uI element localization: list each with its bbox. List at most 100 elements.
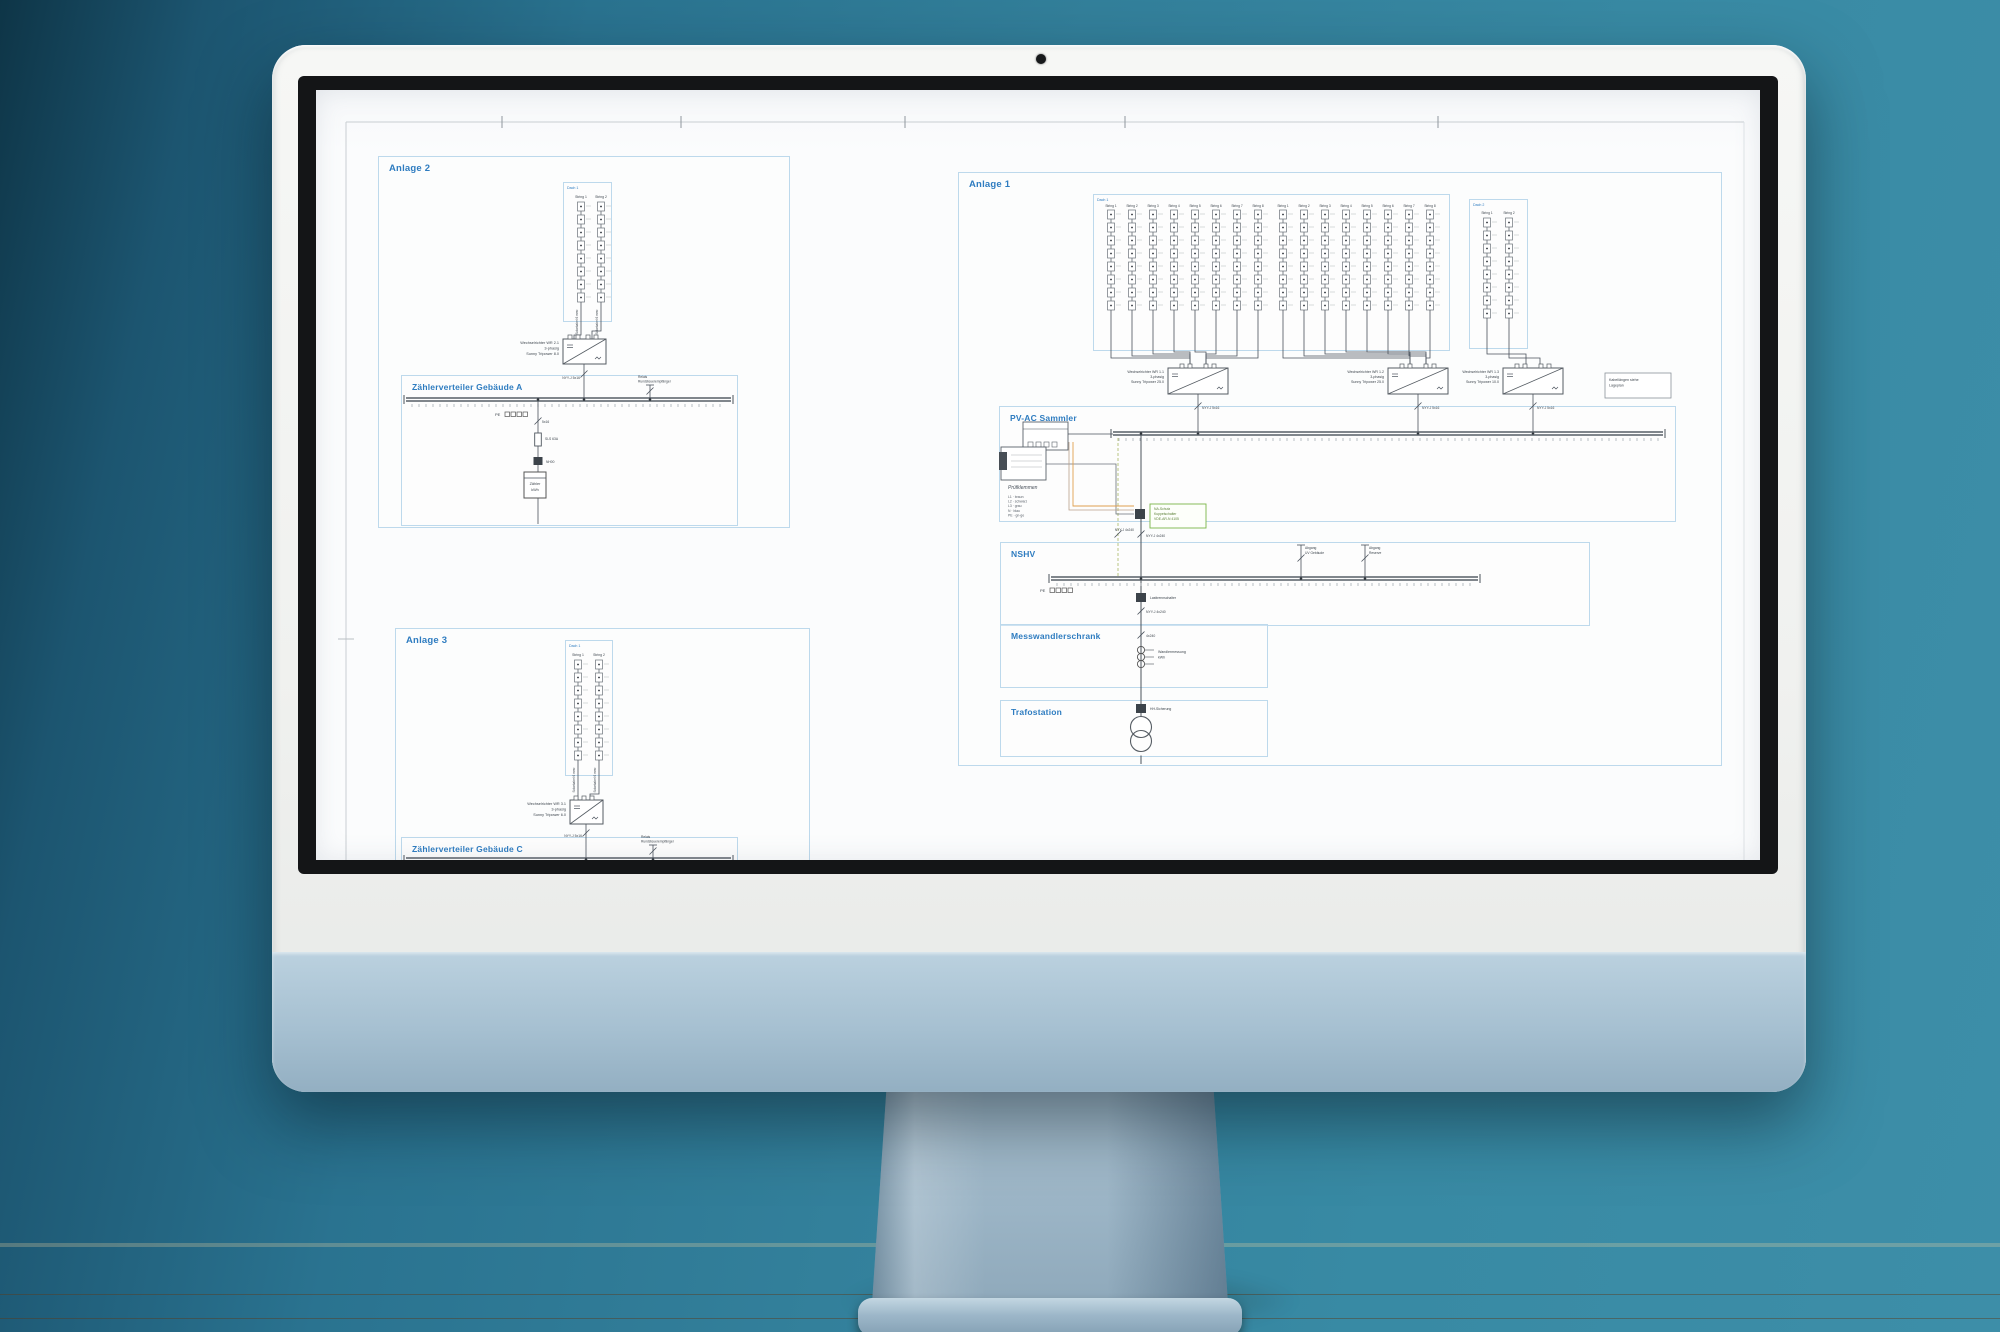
- svg-text:5x16: 5x16: [542, 420, 549, 424]
- inverter-symbol: [563, 335, 606, 364]
- pe-terminal-strip: PE: [495, 412, 528, 417]
- prueflabel: Prüfklemmen: [1008, 485, 1038, 491]
- webcam-icon: [1036, 54, 1046, 64]
- svg-text:Sunny Tripower 10.0: Sunny Tripower 10.0: [1466, 380, 1499, 384]
- svg-text:String 1: String 1: [1105, 204, 1117, 208]
- anlage3-diagram: Dach 1String 1String 2Solarkabel 6 mm²So…: [404, 644, 733, 860]
- svg-text:Wandlermessung: Wandlermessung: [1158, 650, 1186, 654]
- svg-text:NA-Schutz: NA-Schutz: [1154, 507, 1171, 511]
- svg-text:PE: PE: [495, 412, 501, 417]
- svg-text:Solarkabel 6 mm²: Solarkabel 6 mm²: [572, 768, 576, 793]
- svg-text:Wechselrichter WR 1.3: Wechselrichter WR 1.3: [1462, 370, 1499, 374]
- pv-string: [1343, 210, 1357, 310]
- svg-text:String 5: String 5: [1361, 204, 1373, 208]
- svg-text:String 6: String 6: [1382, 204, 1394, 208]
- svg-text:L1 · braun: L1 · braun: [1008, 495, 1024, 499]
- pv-string: [1322, 210, 1336, 310]
- scene: Anlage 2 Zählerverteiler Gebäude A Anlag…: [0, 0, 2000, 1332]
- svg-text:NYY-J 4x240: NYY-J 4x240: [1146, 534, 1165, 538]
- single-line-diagram: Dach 1 String 1 String 2 Solarkabel 6 mm² So…: [316, 90, 1760, 860]
- svg-text:NYY-J 5x16: NYY-J 5x16: [564, 834, 582, 838]
- inverter-symbol: [1388, 364, 1448, 394]
- svg-text:Reserve: Reserve: [1369, 551, 1381, 555]
- svg-text:String 6: String 6: [1210, 204, 1222, 208]
- svg-text:String 3: String 3: [1319, 204, 1331, 208]
- svg-text:3-phasig: 3-phasig: [1370, 375, 1384, 379]
- note-box: Kabellängen sieheLageplan: [1605, 373, 1671, 398]
- svg-text:PE · gn-ge: PE · gn-ge: [1008, 513, 1024, 517]
- svg-text:UV Gebäude: UV Gebäude: [1305, 551, 1324, 555]
- svg-text:NH00: NH00: [546, 460, 555, 464]
- svg-text:Sunny Tripower 25.0: Sunny Tripower 25.0: [1131, 380, 1164, 384]
- svg-text:Rundsteuerempfänger: Rundsteuerempfänger: [638, 380, 672, 384]
- pv-string: [596, 660, 610, 760]
- svg-text:Lageplan: Lageplan: [1609, 384, 1624, 388]
- pv-string: [1406, 210, 1420, 310]
- pv-string: [1234, 210, 1248, 310]
- svg-text:String 1: String 1: [1277, 204, 1289, 208]
- roof-label: Dach 1: [567, 186, 578, 190]
- svg-text:Zähler: Zähler: [530, 482, 541, 486]
- svg-text:Wechselrichter WR 2.1: Wechselrichter WR 2.1: [520, 341, 559, 345]
- svg-text:String 7: String 7: [1403, 204, 1415, 208]
- svg-text:3-phasig: 3-phasig: [544, 347, 559, 351]
- svg-text:kWh: kWh: [531, 488, 539, 492]
- pv-string: [1301, 210, 1315, 310]
- pv-string: [578, 202, 592, 302]
- svg-text:SLS 63A: SLS 63A: [545, 437, 559, 441]
- roof-label: Dach 2: [1473, 203, 1484, 207]
- svg-text:NYY-J 5x16: NYY-J 5x16: [562, 376, 580, 380]
- pe-terminal-strip: PE: [1040, 588, 1073, 593]
- pv-string: [1150, 210, 1164, 310]
- svg-text:NYY-J 4x240: NYY-J 4x240: [1146, 610, 1166, 614]
- monitor-chin: [272, 952, 1806, 1092]
- svg-text:String 4: String 4: [1340, 204, 1352, 208]
- svg-text:Lasttrennschalter: Lasttrennschalter: [1150, 596, 1177, 600]
- monitor-stand-base: [858, 1298, 1242, 1332]
- svg-text:Wechselrichter WR 1.1: Wechselrichter WR 1.1: [1127, 370, 1164, 374]
- svg-text:NYY-J 5x16: NYY-J 5x16: [1202, 406, 1219, 410]
- svg-text:String 7: String 7: [1231, 204, 1243, 208]
- svg-text:Solarkabel 6 mm²: Solarkabel 6 mm²: [595, 310, 599, 335]
- svg-text:3-phasig: 3-phasig: [1150, 375, 1164, 379]
- svg-text:String 4: String 4: [1168, 204, 1180, 208]
- svg-text:HH-Sicherung: HH-Sicherung: [1150, 707, 1171, 711]
- svg-text:String 1: String 1: [1481, 211, 1493, 215]
- svg-text:String 1: String 1: [572, 653, 584, 657]
- pv-string: [1385, 210, 1399, 310]
- svg-text:String 8: String 8: [1252, 204, 1264, 208]
- anlage1-diagram: Dach 1 String 1 String 2 String 3 String 4 St…: [999, 198, 1671, 764]
- svg-text:String 5: String 5: [1189, 204, 1201, 208]
- pv-string: [1484, 218, 1498, 318]
- energy-meter-symbol: Zähler kWh: [524, 472, 546, 498]
- pv-string: [1192, 210, 1206, 310]
- svg-text:Kuppelschalter: Kuppelschalter: [1154, 512, 1177, 516]
- svg-text:Relais: Relais: [638, 375, 648, 379]
- pv-string: [598, 202, 612, 302]
- pv-string: [1108, 210, 1122, 310]
- pv-string: [1280, 210, 1294, 310]
- svg-text:L2 · schwarz: L2 · schwarz: [1008, 500, 1028, 504]
- svg-text:Abgang: Abgang: [1305, 546, 1317, 550]
- pv-string: [575, 660, 589, 760]
- pv-string: [1255, 210, 1269, 310]
- inverter-symbol: [1168, 364, 1228, 394]
- svg-text:String 1: String 1: [575, 195, 587, 199]
- pv-string: [1213, 210, 1227, 310]
- svg-text:Rundsteuerempfänger: Rundsteuerempfänger: [641, 840, 675, 844]
- svg-text:String 2: String 2: [1298, 204, 1310, 208]
- svg-text:Wechselrichter WR 3.1: Wechselrichter WR 3.1: [527, 802, 566, 806]
- svg-text:String 3: String 3: [1147, 204, 1159, 208]
- pv-string: [1171, 210, 1185, 310]
- svg-text:String 2: String 2: [593, 653, 605, 657]
- roof-label: Dach 1: [569, 644, 580, 648]
- sheet-frame: [338, 116, 1744, 860]
- inverter-symbol: [570, 796, 603, 824]
- svg-text:Solarkabel 6 mm²: Solarkabel 6 mm²: [575, 310, 579, 335]
- roof-label: Dach 1: [1097, 198, 1108, 202]
- svg-text:Abgang: Abgang: [1369, 546, 1381, 550]
- svg-text:String 2: String 2: [1126, 204, 1138, 208]
- svg-text:String 2: String 2: [595, 195, 607, 199]
- svg-text:3-phasig: 3-phasig: [551, 808, 566, 812]
- pv-string: [1427, 210, 1441, 310]
